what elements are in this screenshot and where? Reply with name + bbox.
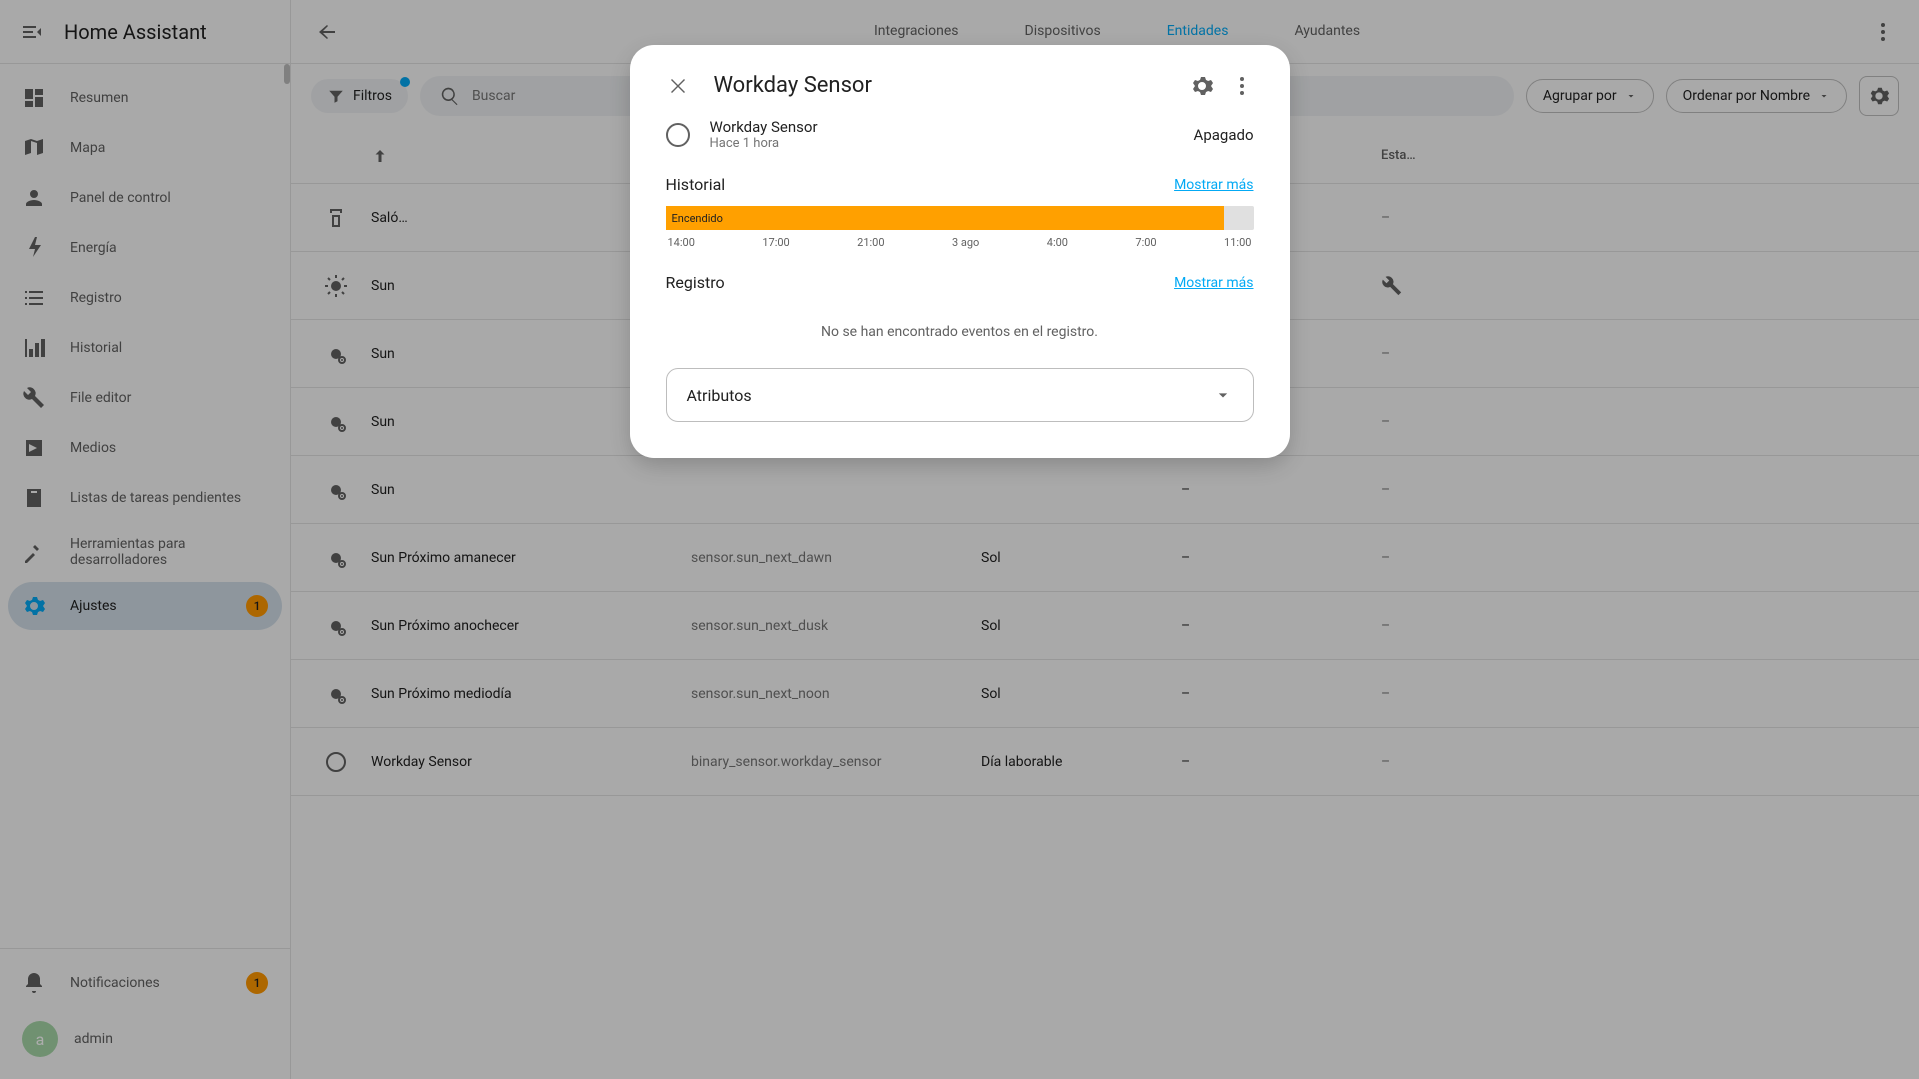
dialog-title: Workday Sensor bbox=[714, 73, 1174, 98]
history-more-link[interactable]: Mostrar más bbox=[1174, 177, 1253, 193]
dialog-more-button[interactable] bbox=[1230, 74, 1254, 98]
close-button[interactable] bbox=[666, 74, 690, 98]
attributes-label: Atributos bbox=[687, 386, 752, 405]
time-label: 17:00 bbox=[762, 236, 789, 249]
history-bar: Encendido bbox=[666, 206, 1254, 230]
time-label: 3 ago bbox=[952, 236, 979, 249]
history-on-segment: Encendido bbox=[666, 206, 1225, 230]
last-change: Hace 1 hora bbox=[710, 136, 1194, 151]
attributes-expander[interactable]: Atributos bbox=[666, 368, 1254, 422]
time-label: 11:00 bbox=[1224, 236, 1251, 249]
log-more-link[interactable]: Mostrar más bbox=[1174, 275, 1253, 291]
time-label: 14:00 bbox=[668, 236, 695, 249]
entity-dialog: Workday Sensor Workday Sensor Hace 1 hor… bbox=[630, 45, 1290, 458]
chevron-down-icon bbox=[1213, 385, 1233, 405]
entity-name: Workday Sensor bbox=[710, 118, 1194, 136]
more-vert-icon bbox=[1230, 74, 1254, 98]
time-label: 4:00 bbox=[1047, 236, 1068, 249]
status-row: Workday Sensor Hace 1 hora Apagado bbox=[666, 118, 1254, 151]
modal-overlay[interactable]: Workday Sensor Workday Sensor Hace 1 hor… bbox=[0, 0, 1919, 1079]
dialog-settings-button[interactable] bbox=[1190, 74, 1214, 98]
log-section-head: Registro Mostrar más bbox=[666, 273, 1254, 292]
history-section-head: Historial Mostrar más bbox=[666, 175, 1254, 194]
history-time-labels: 14:00 17:00 21:00 3 ago 4:00 7:00 11:00 bbox=[666, 236, 1254, 249]
dialog-header: Workday Sensor bbox=[666, 73, 1254, 98]
state-value: Apagado bbox=[1194, 126, 1254, 144]
status-info: Workday Sensor Hace 1 hora bbox=[710, 118, 1194, 151]
state-circle-icon bbox=[666, 123, 690, 147]
log-title: Registro bbox=[666, 273, 725, 292]
time-label: 21:00 bbox=[857, 236, 884, 249]
time-label: 7:00 bbox=[1135, 236, 1156, 249]
log-empty-message: No se han encontrado eventos en el regis… bbox=[666, 304, 1254, 368]
gear-icon bbox=[1190, 74, 1214, 98]
history-title: Historial bbox=[666, 175, 726, 194]
